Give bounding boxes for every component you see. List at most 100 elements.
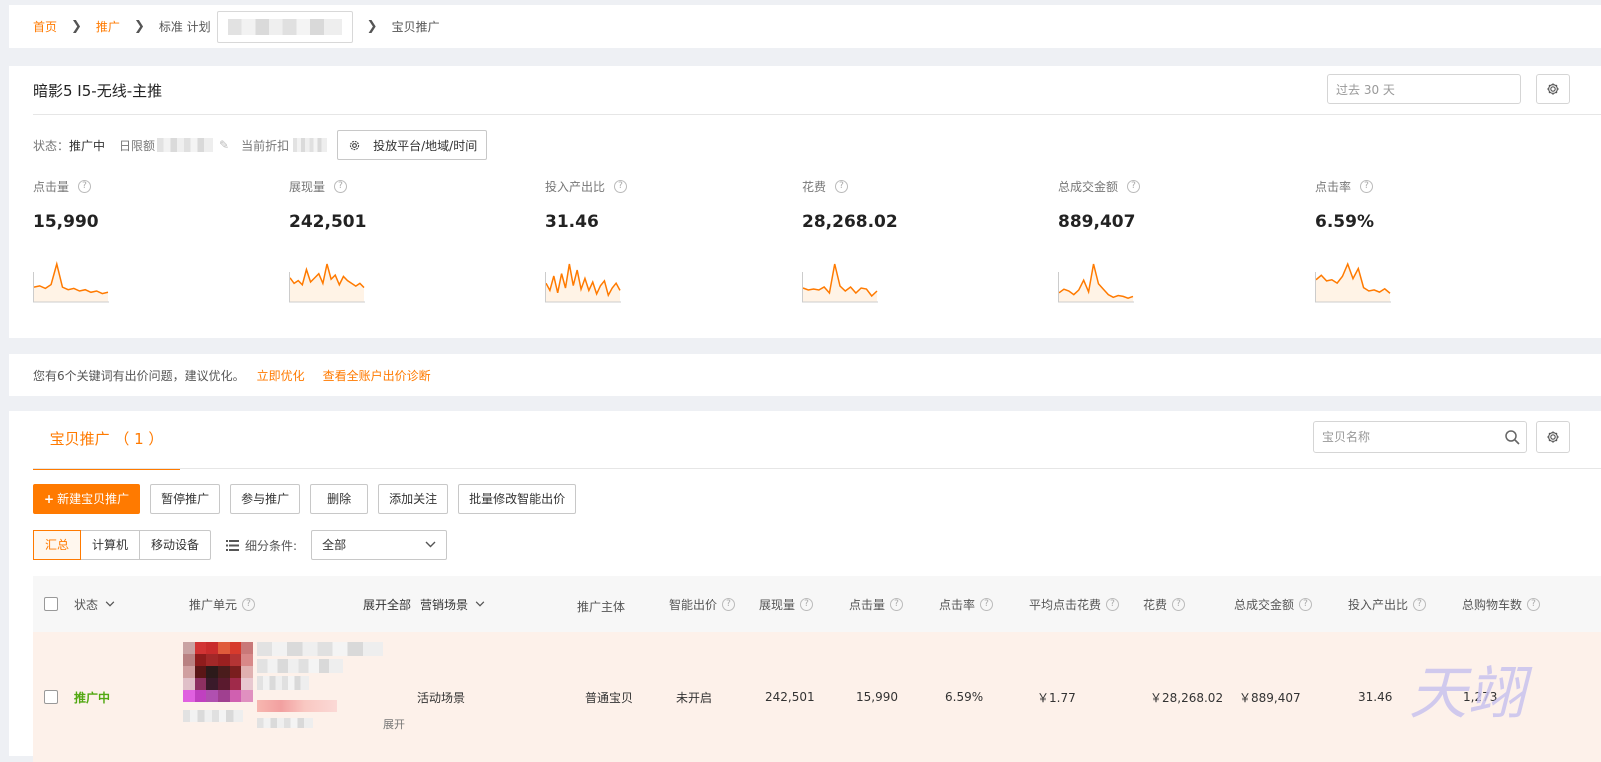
watermark-logo: 天翊 [1409, 659, 1526, 727]
list-settings-button[interactable] [1536, 421, 1570, 453]
column-status[interactable]: 状态 [74, 576, 115, 632]
segment-summary[interactable]: 汇总 [33, 530, 82, 560]
help-icon[interactable]: ? [1299, 597, 1313, 611]
column-subject: 推广主体 [577, 599, 626, 614]
help-icon[interactable]: ? [1106, 597, 1120, 611]
metric-value: 6.59% [1315, 212, 1374, 232]
metric-gmv[interactable]: 总成交金额? 889,407 [1058, 178, 1298, 303]
chevron-right-icon: ❯ [366, 19, 378, 34]
sparkline-chart [802, 263, 878, 303]
metric-ctr[interactable]: 点击率? 6.59% [1315, 178, 1555, 303]
redacted-item-title [257, 642, 383, 656]
help-icon[interactable]: ? [1527, 597, 1541, 611]
new-button-label: 新建宝贝推广 [57, 492, 130, 506]
help-icon[interactable]: ? [242, 597, 256, 611]
help-icon[interactable]: ? [800, 597, 814, 611]
segment-mobile[interactable]: 移动设备 [140, 531, 210, 559]
help-icon[interactable]: ? [722, 597, 736, 611]
tab-item-promotion[interactable]: 宝贝推广 （ 1 ） [33, 411, 180, 470]
help-icon[interactable]: ? [1172, 597, 1186, 611]
item-thumbnail[interactable] [183, 642, 253, 702]
plus-icon: + [44, 492, 55, 506]
metric-impressions[interactable]: 展现量? 242,501 [289, 178, 529, 303]
column-impressions-label: 展现量 [759, 597, 796, 612]
redacted-plan-name [227, 18, 342, 35]
sparkline-chart [33, 261, 109, 303]
bid-tip-bar: 您有6个关键词有出价问题，建议优化。 立即优化 查看全账户出价诊断 [9, 354, 1601, 396]
redacted-item-meta [257, 718, 313, 728]
overview-panel: 暗影5 I5-无线-主推 过去 30 天 状态： 推广中 日限额 ✎ 当前折扣 … [9, 66, 1601, 338]
help-icon[interactable]: ? [835, 180, 849, 193]
breadcrumb-current: 宝贝推广 [391, 20, 440, 34]
plan-selector[interactable] [216, 10, 353, 43]
column-smart-bid: 智能出价? [669, 576, 736, 632]
breadcrumb-promo-link[interactable]: 推广 [96, 18, 120, 35]
column-roi[interactable]: 投入产出比? [1348, 576, 1427, 632]
row-scene: 活动场景 [417, 690, 466, 705]
column-cart[interactable]: 总购物车数? [1462, 576, 1541, 632]
delete-button[interactable]: 删除 [310, 484, 369, 514]
daily-limit-label: 日限额 [119, 138, 156, 153]
column-impressions[interactable]: 展现量? [759, 576, 814, 632]
chevron-right-icon: ❯ [71, 19, 82, 34]
row-subject: 普通宝贝 [585, 690, 634, 705]
breadcrumb-plan-label: 标准 计划 [158, 20, 211, 34]
help-icon[interactable]: ? [614, 180, 628, 193]
status-label: 状态： [33, 138, 70, 153]
date-range-picker[interactable]: 过去 30 天 [1327, 74, 1521, 104]
column-scene[interactable]: 营销场景 [420, 576, 485, 632]
metric-value: 889,407 [1058, 212, 1136, 232]
help-icon[interactable]: ? [1127, 180, 1141, 193]
optimize-now-link[interactable]: 立即优化 [257, 367, 305, 384]
column-cost[interactable]: 花费? [1143, 576, 1186, 632]
column-cost-label: 花费 [1143, 597, 1168, 612]
batch-smart-bid-button[interactable]: 批量修改智能出价 [458, 484, 577, 514]
column-clicks[interactable]: 点击量? [849, 576, 904, 632]
row-roi: 31.46 [1358, 690, 1393, 704]
sparkline-chart [1058, 263, 1134, 303]
search-placeholder: 宝贝名称 [1322, 430, 1371, 444]
select-all-checkbox[interactable] [44, 597, 58, 611]
column-ctr[interactable]: 点击率? [939, 576, 994, 632]
metric-clicks[interactable]: 点击量? 15,990 [33, 178, 273, 303]
help-icon[interactable]: ? [890, 597, 904, 611]
column-gmv[interactable]: 总成交金额? [1234, 576, 1313, 632]
row-status: 推广中 [74, 690, 111, 705]
help-icon[interactable]: ? [1360, 180, 1374, 193]
new-item-promotion-button[interactable]: + 新建宝贝推广 [33, 484, 141, 514]
add-follow-button[interactable]: 添加关注 [378, 484, 449, 514]
help-icon[interactable]: ? [980, 597, 994, 611]
gear-icon [1547, 431, 1559, 443]
expand-row-link[interactable]: 展开 [383, 716, 405, 732]
help-icon[interactable]: ? [1413, 597, 1427, 611]
column-avg-cpc[interactable]: 平均点击花费? [1029, 576, 1120, 632]
divider [33, 114, 1601, 115]
chevron-down-icon [425, 541, 436, 548]
redacted-item-id [257, 676, 309, 690]
column-clicks-label: 点击量 [849, 597, 886, 612]
expand-all-link[interactable]: 展开全部 [363, 576, 411, 632]
bid-diagnosis-link[interactable]: 查看全账户出价诊断 [323, 367, 431, 384]
edit-icon[interactable]: ✎ [219, 138, 229, 152]
redacted-daily-limit [157, 138, 214, 152]
metric-roi[interactable]: 投入产出比? 31.46 [545, 178, 785, 303]
search-icon[interactable] [1504, 429, 1520, 445]
platform-region-time-button[interactable]: 投放平台/地域/时间 [337, 130, 488, 160]
column-unit-label: 推广单元 [189, 597, 238, 612]
metric-label: 展现量 [289, 180, 326, 194]
row-gmv: ￥889,407 [1239, 690, 1301, 705]
metric-cost[interactable]: 花费? 28,268.02 [802, 178, 1042, 303]
row-checkbox[interactable] [44, 690, 58, 704]
metric-value: 15,990 [33, 212, 99, 232]
segment-computer[interactable]: 计算机 [81, 531, 141, 559]
overview-settings-button[interactable] [1536, 74, 1570, 104]
breadcrumb-home-link[interactable]: 首页 [33, 18, 57, 35]
help-icon[interactable]: ? [78, 180, 92, 193]
item-search-input[interactable]: 宝贝名称 [1313, 421, 1527, 453]
condition-select[interactable]: 全部 [311, 530, 448, 560]
join-button[interactable]: 参与推广 [230, 484, 301, 514]
gear-icon [349, 140, 360, 150]
pause-button[interactable]: 暂停推广 [150, 484, 221, 514]
help-icon[interactable]: ? [334, 180, 348, 193]
row-checkbox-cell [44, 682, 58, 712]
